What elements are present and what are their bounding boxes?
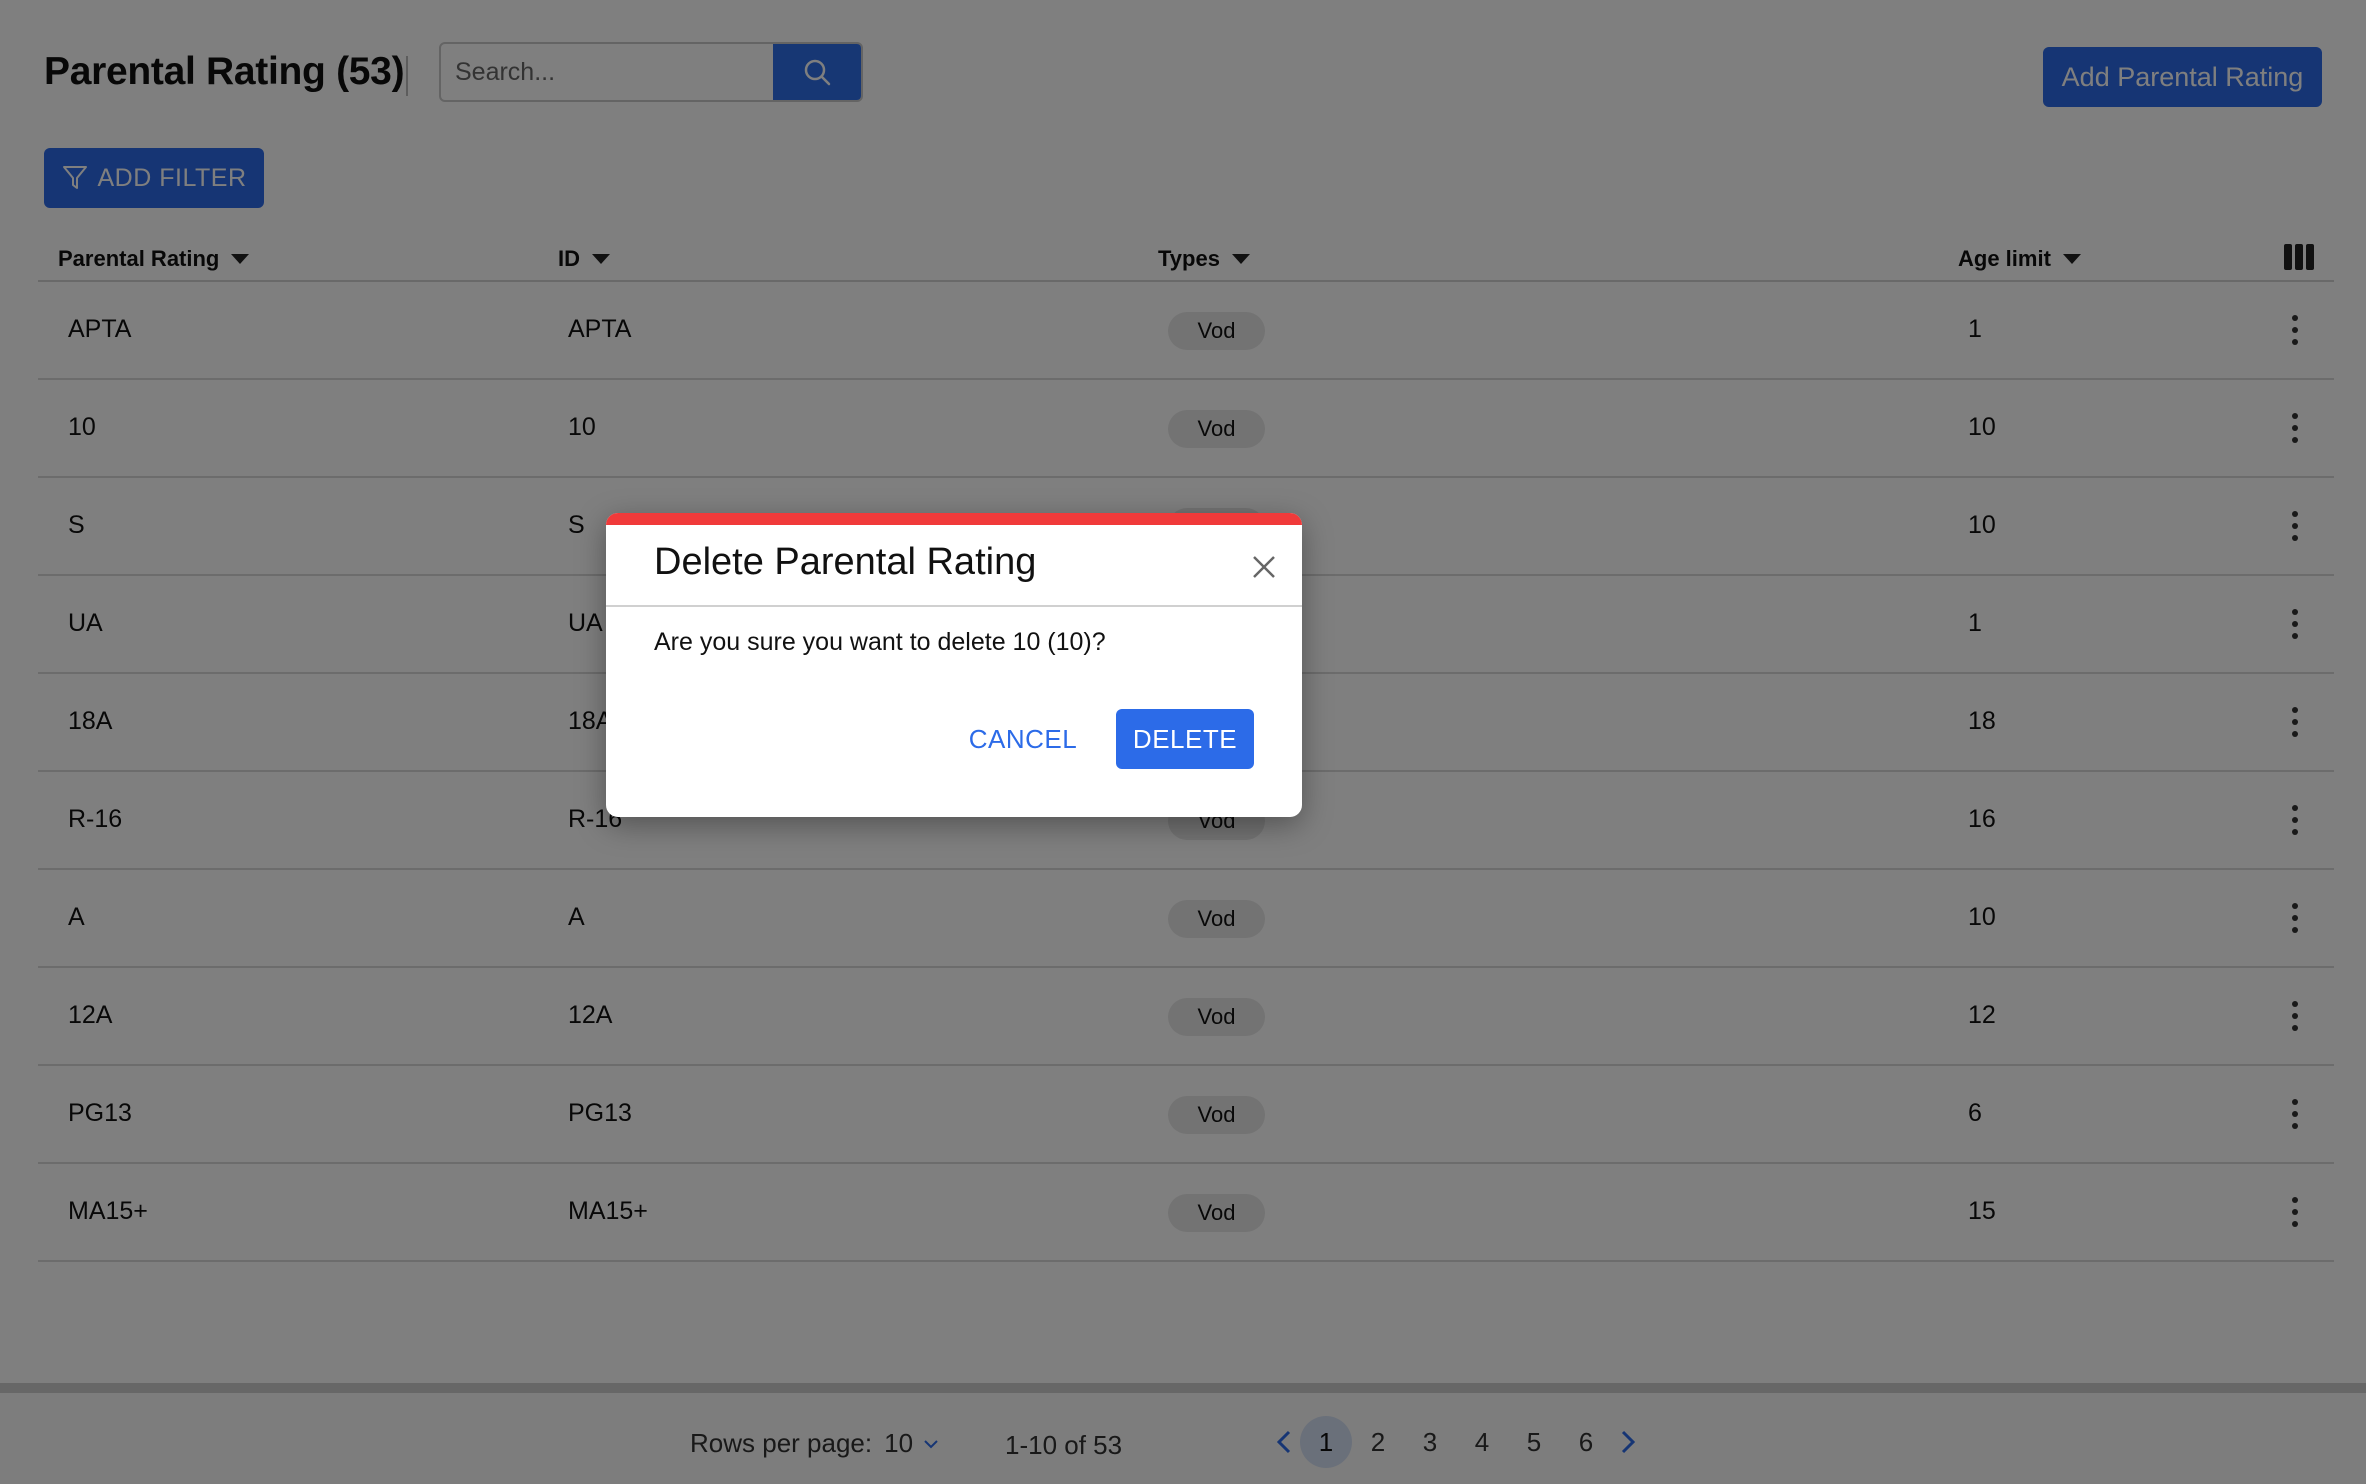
cancel-button[interactable]: CANCEL	[958, 709, 1088, 769]
danger-bar	[606, 513, 1302, 525]
delete-button[interactable]: DELETE	[1116, 709, 1254, 769]
dialog-title: Delete Parental Rating	[654, 541, 1037, 583]
delete-dialog: Delete Parental Rating Are you sure you …	[606, 513, 1302, 817]
dialog-divider	[606, 605, 1302, 607]
close-icon[interactable]	[1250, 553, 1278, 581]
dialog-message: Are you sure you want to delete 10 (10)?	[654, 628, 1106, 656]
